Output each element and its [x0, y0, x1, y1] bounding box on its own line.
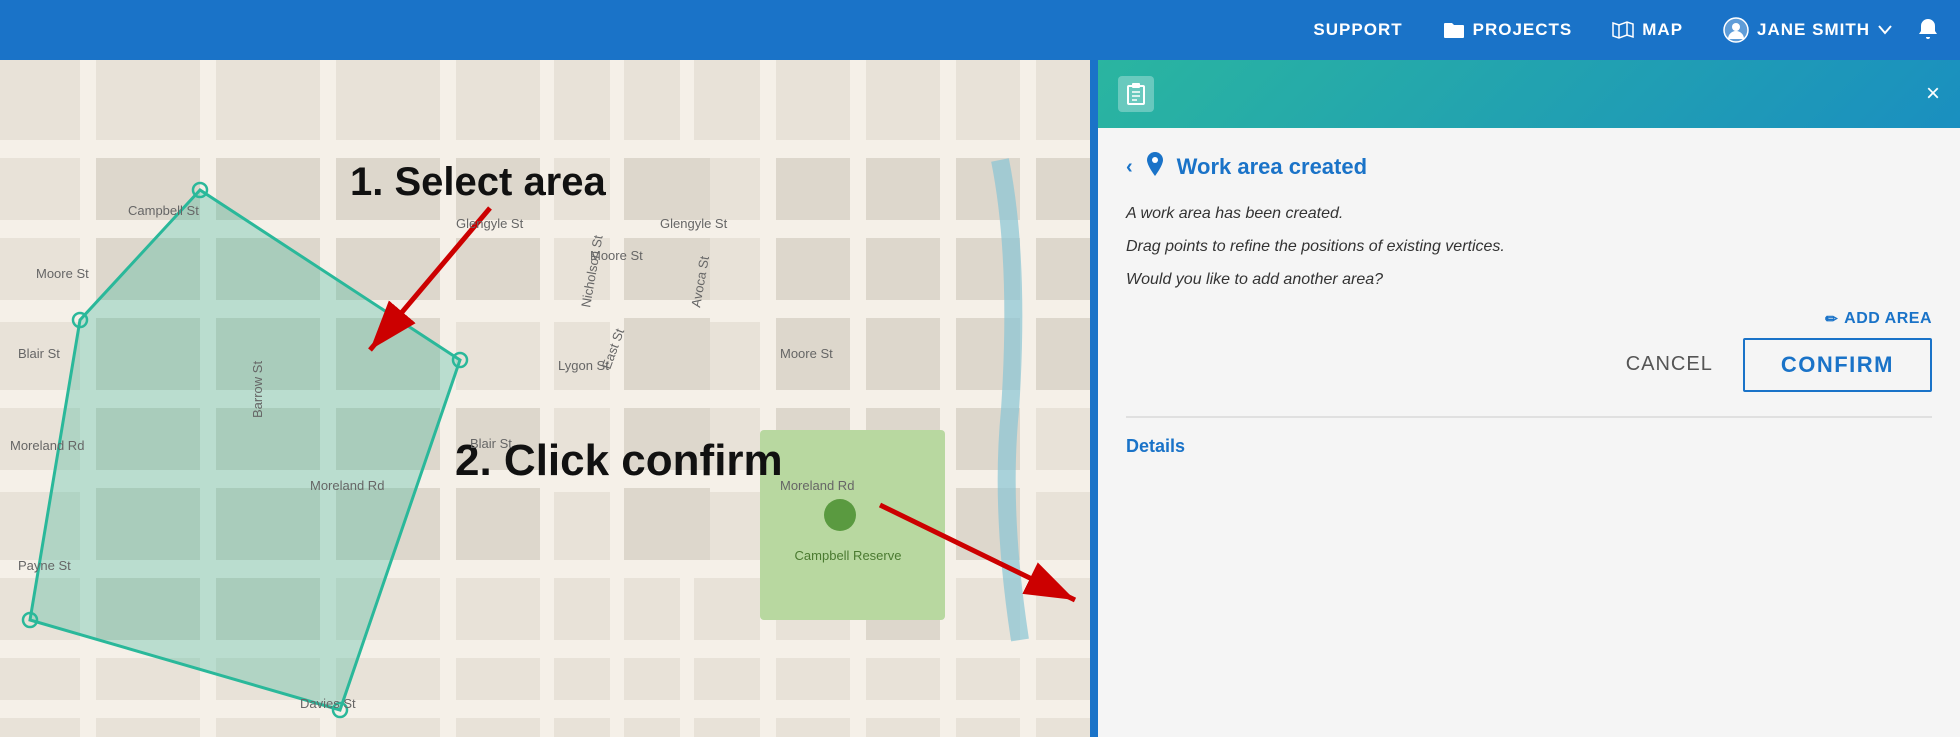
panel-desc-3: Would you like to add another area?	[1126, 266, 1932, 293]
user-name: JANE SMITH	[1757, 20, 1870, 40]
confirm-button[interactable]: CONFIRM	[1743, 338, 1932, 392]
svg-text:Barrow St: Barrow St	[250, 361, 265, 418]
right-panel: × ‹ Work area created A work area has be…	[1098, 60, 1960, 737]
support-label: SUPPORT	[1313, 20, 1402, 40]
folder-icon	[1443, 21, 1465, 39]
svg-text:Moreland Rd: Moreland Rd	[780, 478, 854, 493]
panel-divider	[1090, 60, 1098, 737]
projects-label: PROJECTS	[1473, 20, 1573, 40]
panel-desc-2: Drag points to refine the positions of e…	[1126, 233, 1932, 260]
action-buttons-row: CANCEL CONFIRM	[1126, 338, 1932, 392]
back-button[interactable]: ‹	[1126, 156, 1133, 179]
panel-header: ×	[1098, 60, 1960, 128]
svg-text:Glengyle St: Glengyle St	[456, 216, 524, 231]
notifications-bell[interactable]	[1916, 17, 1940, 43]
svg-text:Davies St: Davies St	[300, 696, 356, 711]
panel-header-icon	[1118, 76, 1154, 112]
panel-close-button[interactable]: ×	[1926, 80, 1940, 108]
svg-text:Moore St: Moore St	[36, 266, 89, 281]
svg-text:Campbell St: Campbell St	[128, 203, 199, 218]
add-area-row: ✏ ADD AREA	[1126, 310, 1932, 328]
clipboard-icon	[1125, 82, 1147, 106]
panel-body: ‹ Work area created A work area has been…	[1098, 128, 1960, 737]
svg-text:Moreland Rd: Moreland Rd	[310, 478, 384, 493]
svg-text:Payne St: Payne St	[18, 558, 71, 573]
support-nav-item[interactable]: SUPPORT	[1313, 20, 1402, 40]
panel-desc-1: A work area has been created.	[1126, 200, 1932, 227]
svg-text:Glengyle St: Glengyle St	[660, 216, 728, 231]
user-icon	[1723, 17, 1749, 43]
svg-text:Blair St: Blair St	[470, 436, 512, 451]
bell-icon	[1916, 17, 1940, 43]
map-icon	[1612, 21, 1634, 39]
map-svg: Campbell Reserve 1. Select area 2. Click…	[0, 60, 1090, 737]
add-area-label: ADD AREA	[1844, 310, 1932, 328]
cancel-button[interactable]: CANCEL	[1626, 353, 1713, 376]
user-menu[interactable]: JANE SMITH	[1723, 17, 1892, 43]
add-area-button[interactable]: ✏ ADD AREA	[1825, 310, 1932, 328]
svg-text:Campbell Reserve: Campbell Reserve	[795, 548, 902, 563]
pencil-icon: ✏	[1825, 310, 1838, 328]
panel-title-row: ‹ Work area created	[1126, 152, 1932, 182]
svg-text:Moreland Rd: Moreland Rd	[10, 438, 84, 453]
map-nav-item[interactable]: MAP	[1612, 20, 1683, 40]
map-area: Campbell Reserve 1. Select area 2. Click…	[0, 60, 1090, 737]
chevron-down-icon	[1878, 25, 1892, 35]
projects-nav-item[interactable]: PROJECTS	[1443, 20, 1573, 40]
svg-text:1. Select area: 1. Select area	[350, 160, 606, 204]
svg-text:Moore St: Moore St	[780, 346, 833, 361]
top-navigation: SUPPORT PROJECTS MAP JANE SMITH	[0, 0, 1960, 60]
details-title: Details	[1126, 436, 1185, 456]
svg-text:Blair St: Blair St	[18, 346, 60, 361]
panel-title: Work area created	[1177, 154, 1367, 180]
location-pin-icon	[1145, 152, 1165, 182]
details-section: Details	[1126, 416, 1932, 457]
map-label: MAP	[1642, 20, 1683, 40]
svg-text:Moore St: Moore St	[590, 248, 643, 263]
